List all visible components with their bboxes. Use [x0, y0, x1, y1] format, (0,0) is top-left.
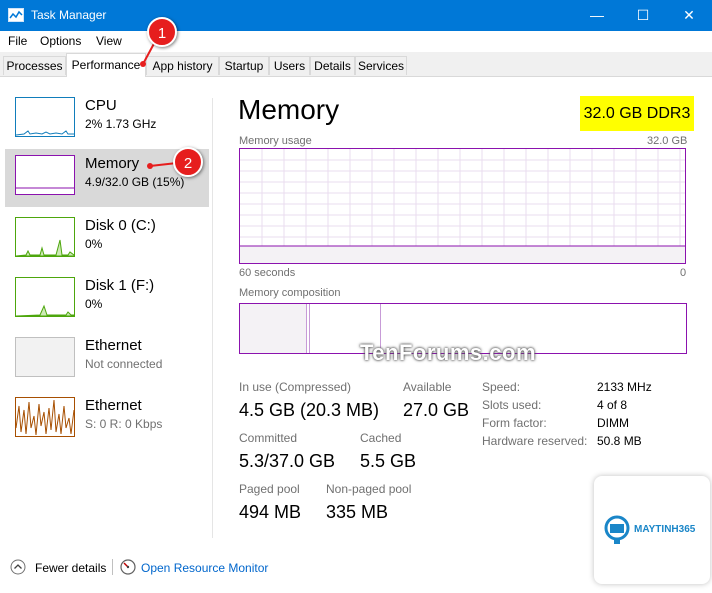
callout-2: 2: [173, 147, 203, 177]
callout-leaders: [140, 37, 178, 169]
callout-1: 1: [147, 17, 177, 47]
